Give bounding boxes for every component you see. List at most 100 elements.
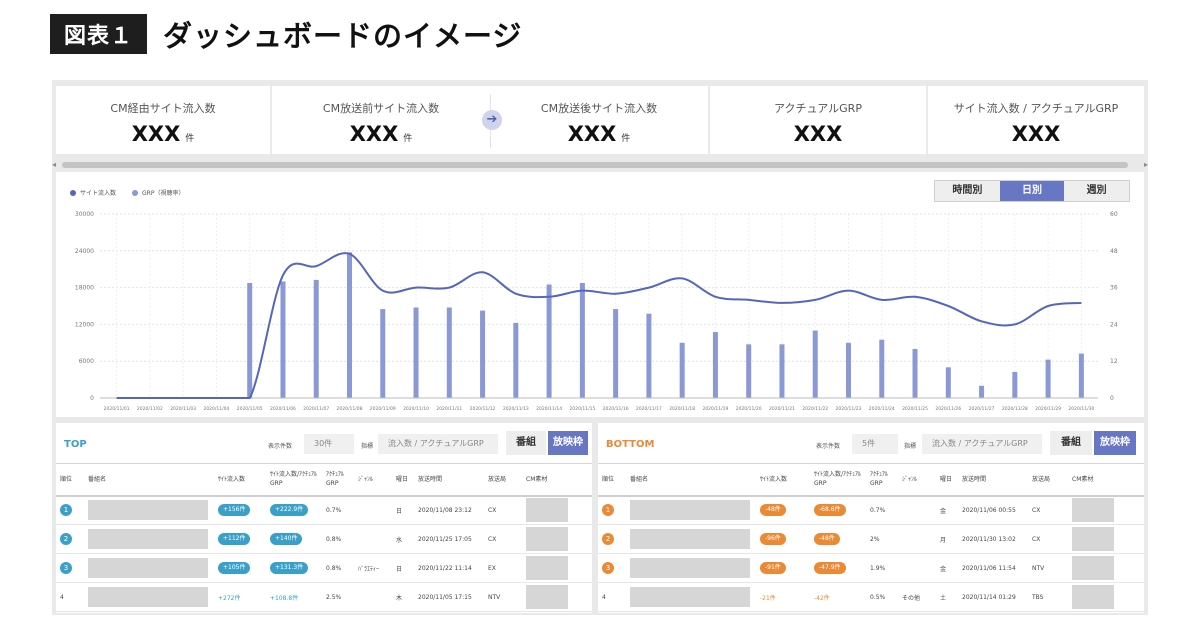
cell-time: 2020/11/06 11:54 (958, 553, 1028, 583)
x-tick-label: 2020/11/16 (603, 406, 629, 412)
cell-cm (1068, 553, 1144, 583)
col-cm: CM素材 (522, 463, 592, 497)
dashboard: CM経由サイト流入数 XXX 件 CM放送前サイト流入数 XXX 件 CM放送後サイ… (52, 80, 1148, 615)
legend-dot-icon (70, 189, 76, 196)
cell-cm (522, 582, 592, 612)
x-tick-label: 2020/11/04 (203, 406, 229, 412)
table-row[interactable]: 1 +156件 +222.9件 0.7% 日 2020/11/08 23:12 CX (56, 495, 592, 525)
cm-thumbnail-placeholder[interactable] (526, 556, 568, 580)
count-select[interactable]: 5件 (852, 434, 898, 454)
metric-label: 指標 (904, 443, 917, 450)
segment-slot-button[interactable]: 放映枠 (548, 431, 588, 455)
cell-grp: 0.5% (866, 582, 898, 612)
inflow-value: -21件 (760, 594, 776, 602)
cell-day: 土 (936, 582, 958, 612)
bar (546, 284, 552, 398)
cell-ratio: +108.8件 (266, 582, 322, 612)
count-label: 表示件数 (268, 443, 293, 450)
toggle-weekly[interactable]: 週別 (1064, 181, 1130, 201)
x-tick-label: 2020/11/20 (736, 406, 762, 412)
col-genre: ｼﾞｬﾝﾙ (898, 463, 936, 497)
ratio-value: -42件 (814, 594, 830, 602)
cell-time: 2020/11/30 13:02 (958, 524, 1028, 554)
metric-select[interactable]: 流入数 / アクチュアルGRP (378, 434, 498, 454)
table-row[interactable]: 3 +105件 +131.3件 0.8% ﾊﾞﾗｴﾃｨｰ日 2020/11/22 11:1… (56, 553, 592, 583)
bar (579, 283, 585, 398)
table-row[interactable]: 4 -21件 -42件 0.5% その他土 2020/11/14 01:29 TBS (598, 582, 1144, 612)
cell-rank: 4 (56, 582, 84, 612)
x-tick-label: 2020/11/26 (935, 406, 961, 412)
bar (280, 281, 286, 398)
rank-badge: 2 (60, 533, 72, 545)
panel-title-top: TOP (64, 439, 87, 450)
kpi-unit: 件 (403, 134, 413, 144)
segment-slot-button[interactable]: 放映枠 (1094, 431, 1136, 455)
table-row[interactable]: 4 +272件 +108.8件 2.5% 木 2020/11/05 17:15 NTV (56, 582, 592, 612)
cm-thumbnail-placeholder[interactable] (1072, 585, 1114, 609)
cell-grp: 2.5% (322, 582, 354, 612)
toggle-hourly[interactable]: 時間別 (935, 181, 1000, 201)
bar (779, 344, 785, 398)
bar (513, 322, 519, 398)
scroll-right-icon[interactable]: ▸ (1144, 160, 1148, 169)
cell-station: TBS (1028, 582, 1068, 612)
col-day: 曜日 (392, 463, 414, 497)
cell-grp: 2% (866, 524, 898, 554)
cell-rank: 1 (598, 495, 626, 525)
cm-thumbnail-placeholder[interactable] (1072, 556, 1114, 580)
cell-cm (522, 495, 592, 525)
x-tick-label: 2020/11/13 (503, 406, 529, 412)
bar (679, 342, 685, 398)
inflow-value: -96件 (760, 533, 786, 545)
table-row[interactable]: 2 +112件 +140件 0.8% 水 2020/11/25 17:05 CX (56, 524, 592, 554)
x-tick-label: 2020/11/24 (869, 406, 895, 412)
cell-cm (1068, 495, 1144, 525)
ratio-value: -48件 (814, 533, 840, 545)
toggle-daily[interactable]: 日別 (999, 181, 1065, 201)
bottom-table-body: 1 -48件 -68.6件 0.7% 金 2020/11/06 00:55 CX 2 -96件 -… (598, 495, 1144, 612)
bar (712, 332, 718, 398)
x-tick-label: 2020/11/09 (370, 406, 396, 412)
cell-ratio: +222.9件 (266, 495, 322, 525)
inflow-value: +272件 (218, 594, 241, 602)
cm-thumbnail-placeholder[interactable] (526, 498, 568, 523)
inflow-value: -48件 (760, 504, 786, 517)
bar (746, 344, 752, 398)
ratio-value: +108.8件 (270, 594, 299, 602)
cm-thumbnail-placeholder[interactable] (526, 527, 568, 551)
col-time: 放送時間 (414, 463, 484, 497)
col-grp: ｱｸﾁｭｱﾙGRP (322, 463, 354, 497)
bar (945, 367, 951, 398)
cell-station: NTV (484, 582, 522, 612)
cm-thumbnail-placeholder[interactable] (526, 585, 568, 609)
scrollbar-thumb[interactable] (62, 162, 1128, 168)
bar (247, 283, 253, 398)
x-tick-label: 2020/11/22 (802, 406, 828, 412)
metric-select[interactable]: 流入数 / アクチュアルGRP (922, 434, 1042, 454)
cm-thumbnail-placeholder[interactable] (1072, 498, 1114, 523)
count-select[interactable]: 30件 (304, 434, 354, 454)
arrow-right-icon: ➔ (482, 110, 502, 130)
cell-inflow: -48件 (756, 495, 810, 525)
kpi-card-after-cm: CM放送後サイト流入数 XXX 件 (490, 86, 708, 154)
segment-program-button[interactable]: 番組 (506, 431, 546, 455)
table-row[interactable]: 1 -48件 -68.6件 0.7% 金 2020/11/06 00:55 CX (598, 495, 1144, 525)
kpi-card-before-cm: CM放送前サイト流入数 XXX 件 (272, 86, 490, 154)
cell-ratio: +140件 (266, 524, 322, 554)
col-station: 放送局 (484, 463, 522, 497)
table-row[interactable]: 3 -91件 -47.9件 1.9% 金 2020/11/06 11:54 NTV (598, 553, 1144, 583)
cell-day: 金 (936, 553, 958, 583)
bar (413, 307, 419, 398)
table-row[interactable]: 2 -96件 -48件 2% 月 2020/11/30 13:02 CX (598, 524, 1144, 554)
cell-ratio: -47.9件 (810, 553, 866, 583)
segment-program-button[interactable]: 番組 (1050, 431, 1092, 455)
scroll-left-icon[interactable]: ◂ (52, 160, 56, 169)
kpi-value: XXX (1011, 122, 1061, 146)
col-grp: ｱｸﾁｭｱﾙGRP (866, 463, 898, 497)
cell-inflow: -96件 (756, 524, 810, 554)
program-name-placeholder (88, 558, 208, 578)
horizontal-scrollbar[interactable]: ◂ ▸ (52, 160, 1148, 170)
y-right-tick-label: 12 (1110, 358, 1118, 365)
cm-thumbnail-placeholder[interactable] (1072, 527, 1114, 551)
cell-rank: 2 (598, 524, 626, 554)
